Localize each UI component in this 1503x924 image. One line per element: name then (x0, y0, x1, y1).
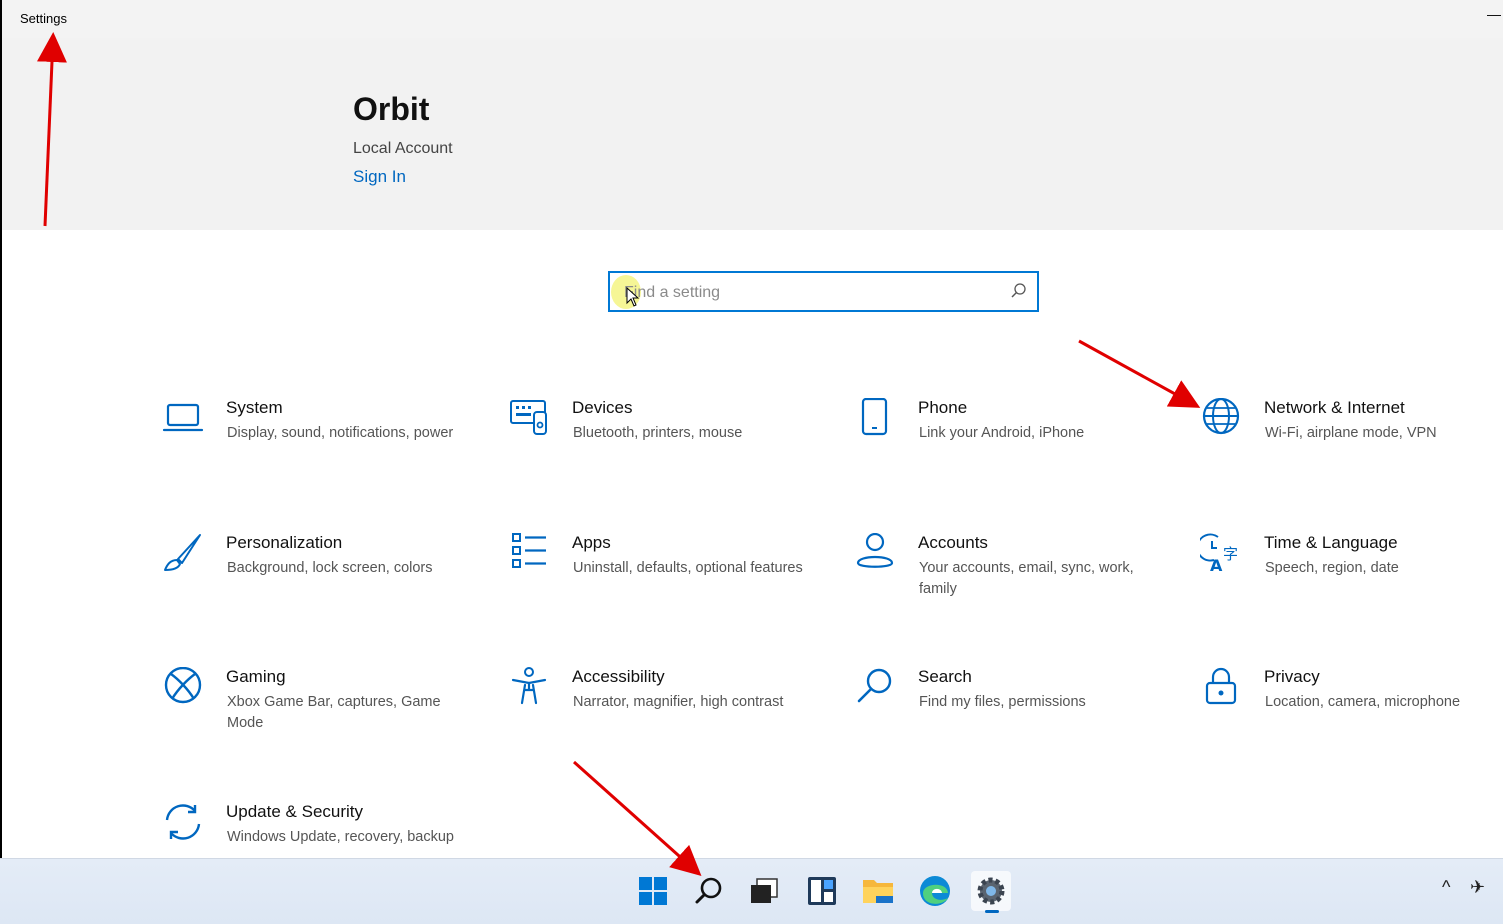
lock-icon (1205, 667, 1237, 705)
tile-update-security[interactable]: Update & Security Windows Update, recove… (162, 802, 482, 858)
task-view-button[interactable] (745, 871, 785, 911)
person-icon (856, 533, 894, 568)
tile-title: Personalization (226, 533, 343, 552)
tile-devices[interactable]: Devices Bluetooth, printers, mouse (508, 398, 828, 498)
tile-network-internet[interactable]: Network & Internet Wi-Fi, airplane mode,… (1200, 398, 1503, 498)
tile-search[interactable]: Search Find my files, permissions (854, 667, 1174, 767)
tile-personalization[interactable]: Personalization Background, lock screen,… (162, 533, 482, 633)
user-name: Orbit (353, 91, 430, 127)
tile-title: Update & Security (226, 802, 364, 821)
search-icon (695, 877, 722, 904)
search-icon (857, 668, 892, 703)
account-header: Orbit Local Account Sign In (2, 38, 1503, 230)
tile-title: Network & Internet (1264, 398, 1405, 417)
account-type: Local Account (353, 140, 453, 157)
tile-title: Accessibility (572, 667, 665, 686)
svg-text:字: 字 (1223, 545, 1238, 563)
widgets-icon (808, 877, 836, 905)
sign-in-link[interactable]: Sign In (353, 167, 406, 187)
tile-subtitle: Wi-Fi, airplane mode, VPN (1265, 425, 1437, 441)
xbox-icon (164, 667, 202, 704)
tile-title: Gaming (226, 667, 286, 686)
tile-title: Time & Language (1264, 533, 1398, 552)
tile-title: Devices (572, 398, 633, 417)
start-icon (639, 877, 667, 905)
file-explorer-icon (863, 880, 893, 903)
tile-subtitle: Uninstall, defaults, optional features (573, 560, 803, 576)
tile-subtitle: Narrator, magnifier, high contrast (573, 694, 784, 710)
tile-subtitle: Find my files, permissions (919, 694, 1086, 710)
tile-title: Privacy (1264, 667, 1320, 686)
globe-icon (1202, 398, 1240, 435)
time-language-icon: A 字 (1200, 533, 1238, 575)
tile-title: Phone (918, 398, 968, 417)
taskbar-search-button[interactable] (689, 871, 729, 911)
title-bar[interactable]: Settings — (2, 0, 1503, 38)
airplane-mode-icon[interactable]: ✈ (1470, 877, 1485, 898)
tile-accessibility[interactable]: Accessibility Narrator, magnifier, high … (508, 667, 828, 767)
settings-taskbar-button[interactable] (971, 871, 1011, 913)
tray-overflow-button[interactable]: ^ (1442, 877, 1450, 898)
tile-accounts[interactable]: Accounts Your accounts, email, sync, wor… (854, 533, 1174, 633)
tile-apps[interactable]: Apps Uninstall, defaults, optional featu… (508, 533, 828, 633)
accessibility-icon (511, 667, 547, 705)
tile-subtitle: Your accounts, email, sync, work, family (919, 560, 1134, 597)
window-title: Settings (20, 11, 67, 26)
active-indicator (985, 910, 999, 913)
devices-icon (510, 400, 547, 435)
tile-subtitle: Location, camera, microphone (1265, 694, 1461, 710)
start-button[interactable] (633, 871, 673, 911)
laptop-icon (162, 403, 204, 432)
update-icon (165, 804, 201, 840)
tile-title: Accounts (918, 533, 988, 552)
tile-subtitle: Xbox Game Bar, captures, Game Mode (227, 694, 441, 731)
search-icon[interactable] (1010, 282, 1028, 300)
taskbar: ^ ✈ (0, 858, 1503, 924)
phone-icon (861, 398, 888, 436)
tile-subtitle: Speech, region, date (1265, 560, 1399, 576)
tile-subtitle: Windows Update, recovery, backup (227, 829, 455, 845)
edge-icon (920, 876, 950, 906)
widgets-button[interactable] (802, 871, 842, 911)
settings-icon (977, 877, 1005, 905)
tile-subtitle: Background, lock screen, colors (227, 560, 433, 576)
tile-phone[interactable]: Phone Link your Android, iPhone (854, 398, 1174, 498)
mouse-cursor-icon (626, 287, 640, 307)
find-setting-box[interactable] (608, 271, 1039, 312)
tile-title: Apps (572, 533, 611, 552)
minimize-button[interactable]: — (1487, 6, 1503, 26)
tile-title: Search (918, 667, 972, 686)
tile-privacy[interactable]: Privacy Location, camera, microphone (1200, 667, 1503, 767)
svg-text:A: A (1210, 556, 1223, 575)
tile-gaming[interactable]: Gaming Xbox Game Bar, captures, Game Mod… (162, 667, 482, 767)
search-input[interactable] (622, 279, 1006, 306)
tile-subtitle: Bluetooth, printers, mouse (573, 425, 743, 441)
file-explorer-button[interactable] (858, 871, 898, 911)
tile-subtitle: Link your Android, iPhone (919, 425, 1085, 441)
tile-subtitle: Display, sound, notifications, power (227, 425, 454, 441)
brush-icon (164, 534, 201, 571)
tile-time-language[interactable]: A 字 Time & Language Speech, region, date (1200, 533, 1503, 633)
settings-window: Settings — Orbit Local Account Sign In S… (0, 0, 1503, 858)
task-view-icon (751, 878, 778, 903)
tile-title: System (226, 398, 283, 417)
tile-system[interactable]: System Display, sound, notifications, po… (162, 398, 482, 498)
apps-list-icon (512, 533, 546, 568)
edge-browser-button[interactable] (915, 871, 955, 911)
